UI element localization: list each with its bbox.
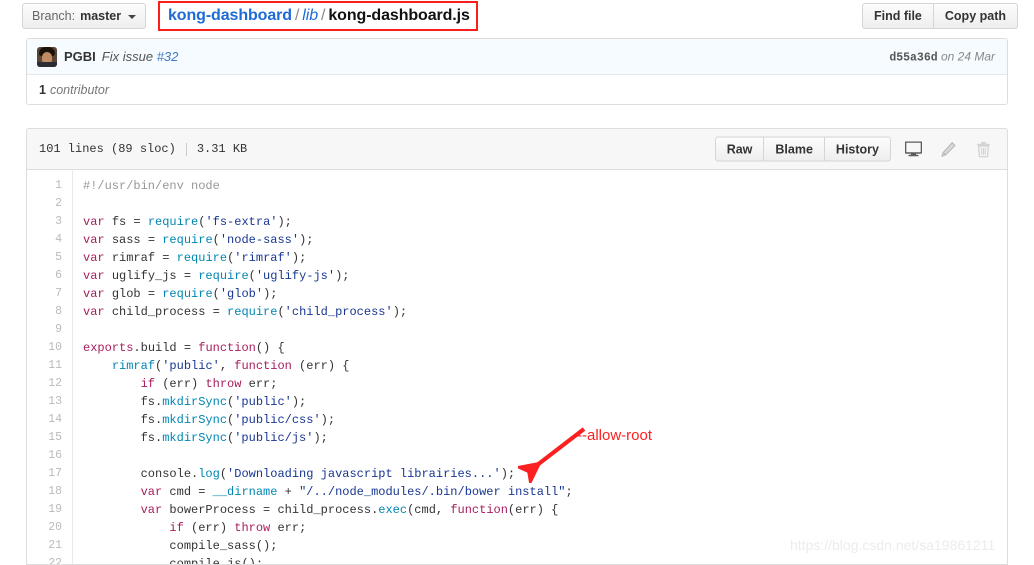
code-line[interactable]: compile_js(); — [83, 555, 1007, 564]
code-line[interactable]: fs.mkdirSync('public/css'); — [83, 411, 1007, 429]
edit-file-button[interactable] — [935, 138, 961, 160]
line-number[interactable]: 18 — [27, 483, 72, 501]
raw-button[interactable]: Raw — [714, 136, 765, 162]
line-number[interactable]: 11 — [27, 357, 72, 375]
code-line[interactable]: var bowerProcess = child_process.exec(cm… — [83, 501, 1007, 519]
branch-selector-button[interactable]: Branch: master — [22, 3, 147, 29]
commit-sha[interactable]: d55a36d — [889, 51, 937, 64]
commit-issue-link[interactable]: #32 — [157, 49, 179, 64]
code-line[interactable]: var uglify_js = require('uglify-js'); — [83, 267, 1007, 285]
desktop-icon — [904, 141, 922, 157]
line-number[interactable]: 1 — [27, 177, 72, 195]
commit-row: PGBI Fix issue #32 d55a36d on 24 Mar — [27, 39, 1007, 75]
line-number[interactable]: 13 — [27, 393, 72, 411]
line-number[interactable]: 4 — [27, 231, 72, 249]
annotation-label: --allow-root — [577, 427, 653, 444]
line-number[interactable]: 22 — [27, 555, 72, 564]
line-number[interactable]: 6 — [27, 267, 72, 285]
repo-top-bar: Branch: master kong-dashboard / lib / kong-d… — [0, 0, 1034, 34]
file-stats: 101 lines (89 sloc) 3.31 KB — [39, 142, 247, 156]
line-number[interactable]: 9 — [27, 321, 72, 339]
chevron-down-icon — [128, 14, 137, 19]
line-number[interactable]: 17 — [27, 465, 72, 483]
code-line[interactable]: var rimraf = require('rimraf'); — [83, 249, 1007, 267]
open-desktop-button[interactable] — [900, 138, 926, 160]
line-number[interactable]: 5 — [27, 249, 72, 267]
contributor-label[interactable]: contributor — [50, 83, 109, 97]
top-action-button-group: Find file Copy path — [861, 3, 1018, 29]
code-line[interactable]: exports.build = function() { — [83, 339, 1007, 357]
avatar[interactable] — [37, 46, 57, 67]
code-line[interactable] — [83, 321, 1007, 339]
delete-file-button[interactable] — [970, 138, 996, 160]
line-number[interactable]: 19 — [27, 501, 72, 519]
copy-path-button[interactable]: Copy path — [933, 3, 1018, 29]
blame-button[interactable]: Blame — [764, 136, 825, 162]
pencil-icon — [940, 141, 956, 157]
code-line[interactable] — [83, 195, 1007, 213]
contributor-count: 1 — [39, 82, 46, 97]
trash-icon — [976, 141, 990, 157]
file-line-count: 101 lines (89 sloc) — [39, 142, 176, 156]
line-number[interactable]: 7 — [27, 285, 72, 303]
file-action-button-group: Raw Blame History — [714, 136, 891, 162]
code-line[interactable]: var child_process = require('child_proce… — [83, 303, 1007, 321]
breadcrumb-repo-link[interactable]: kong-dashboard — [168, 7, 292, 24]
file-size: 3.31 KB — [196, 142, 248, 156]
breadcrumb-dir-link[interactable]: lib — [302, 7, 318, 24]
avatar-body — [37, 61, 57, 67]
code-line[interactable]: var glob = require('glob'); — [83, 285, 1007, 303]
branch-name-label: master — [80, 9, 122, 23]
line-number[interactable]: 12 — [27, 375, 72, 393]
code-viewer: 1 2 3 4 5 6 7 8 9 10 11 12 13 14 15 16 17 18 19 20 21 22 #!/u… — [27, 170, 1007, 564]
line-number-gutter: 1 2 3 4 5 6 7 8 9 10 11 12 13 14 15 16 17 18 19 20 21 22 — [27, 170, 73, 564]
line-number[interactable]: 16 — [27, 447, 72, 465]
code-line[interactable]: if (err) throw err; — [83, 375, 1007, 393]
code-line[interactable] — [83, 447, 1007, 465]
commit-message: Fix issue #32 — [102, 49, 179, 64]
line-number[interactable]: 3 — [27, 213, 72, 231]
code-line[interactable]: if (err) throw err; — [83, 519, 1007, 537]
commit-meta: d55a36d on 24 Mar — [889, 49, 995, 64]
file-blob-box: 101 lines (89 sloc) 3.31 KB Raw Blame Hi… — [26, 128, 1008, 565]
history-button[interactable]: History — [824, 136, 891, 162]
code-line[interactable]: rimraf('public', function (err) { — [83, 357, 1007, 375]
line-number[interactable]: 10 — [27, 339, 72, 357]
breadcrumb-highlight-box: kong-dashboard / lib / kong-dashboard.js — [158, 1, 478, 31]
line-number[interactable]: 20 — [27, 519, 72, 537]
commit-author-name[interactable]: PGBI — [64, 49, 96, 64]
contributors-row: 1 contributor — [27, 75, 1007, 104]
branch-prefix-label: Branch: — [32, 9, 76, 23]
stats-divider — [185, 142, 187, 156]
code-line[interactable]: fs.mkdirSync('public/js'); — [83, 429, 1007, 447]
file-header-toolbar: 101 lines (89 sloc) 3.31 KB Raw Blame Hi… — [27, 129, 1007, 170]
file-action-bar: Raw Blame History — [714, 136, 996, 162]
commit-message-text: Fix issue — [101, 49, 157, 64]
code-line[interactable]: var sass = require('node-sass'); — [83, 231, 1007, 249]
breadcrumb-separator-1: / — [294, 7, 300, 24]
line-number[interactable]: 15 — [27, 429, 72, 447]
code-line[interactable]: fs.mkdirSync('public'); — [83, 393, 1007, 411]
breadcrumb-separator-2: / — [321, 7, 326, 24]
watermark: https://blog.csdn.net/sa19861211 — [790, 537, 996, 553]
find-file-button[interactable]: Find file — [861, 3, 934, 29]
code-line[interactable]: var cmd = __dirname + "/../node_modules/… — [83, 483, 1007, 501]
line-number[interactable]: 2 — [27, 195, 72, 213]
code-line[interactable]: #!/usr/bin/env node — [83, 177, 1007, 195]
code-content[interactable]: #!/usr/bin/env node var fs = require('fs… — [73, 170, 1007, 564]
github-file-view-page: Branch: master kong-dashboard / lib / kong-d… — [0, 0, 1034, 565]
code-line[interactable]: console.log('Downloading javascript libr… — [83, 465, 1007, 483]
code-line[interactable]: var fs = require('fs-extra'); — [83, 213, 1007, 231]
breadcrumb: kong-dashboard / lib / kong-dashboard.js — [168, 7, 470, 25]
line-number[interactable]: 21 — [27, 537, 72, 555]
commit-date: on 24 Mar — [940, 49, 995, 63]
breadcrumb-file-name: kong-dashboard.js — [328, 7, 470, 24]
line-number[interactable]: 14 — [27, 411, 72, 429]
line-number[interactable]: 8 — [27, 303, 72, 321]
latest-commit-box: PGBI Fix issue #32 d55a36d on 24 Mar 1 c… — [26, 38, 1008, 105]
